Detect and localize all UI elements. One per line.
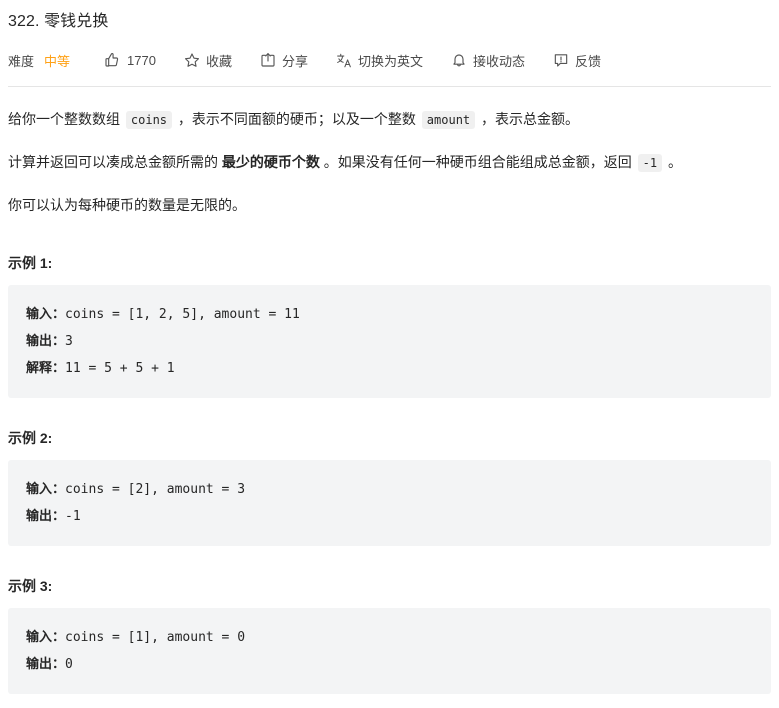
translate-label: 切换为英文 bbox=[357, 53, 423, 69]
example-1-explain-label: 解释： bbox=[26, 360, 66, 375]
notify-button[interactable]: 接收动态 bbox=[451, 51, 525, 70]
thumbs-up-icon bbox=[104, 52, 120, 68]
example-1-input-label: 输入： bbox=[26, 306, 66, 321]
difficulty-value: 中等 bbox=[44, 53, 71, 69]
example-block-3: 示例 3: 输入：coins = [1], amount = 0 输出：0 bbox=[8, 576, 771, 694]
example-3-output-label: 输出： bbox=[26, 656, 66, 671]
inline-code-coins: coins bbox=[125, 111, 173, 129]
example-code-2: 输入：coins = [2], amount = 3 输出：-1 bbox=[8, 460, 771, 546]
description-paragraph-3: 你可以认为每种硬币的数量是无限的。 bbox=[8, 197, 246, 213]
desc-p1-text-b: ，表示不同面额的硬币；以及一个整数 bbox=[174, 111, 420, 127]
share-label: 分享 bbox=[281, 53, 308, 69]
description-paragraph-1: 给你一个整数数组 coins ，表示不同面额的硬币；以及一个整数 amount … bbox=[8, 105, 771, 134]
example-block-2: 示例 2: 输入：coins = [2], amount = 3 输出：-1 bbox=[8, 428, 771, 546]
example-heading-1: 示例 1: bbox=[8, 255, 53, 271]
example-2-input-value: coins = [2], amount = 3 bbox=[65, 482, 246, 497]
share-button[interactable]: 分享 bbox=[260, 51, 308, 70]
inline-code-minus-one: -1 bbox=[637, 154, 663, 172]
desc-p2-text-a: 计算并返回可以凑成总金额所需的 bbox=[8, 154, 222, 170]
difficulty-label: 难度 bbox=[8, 53, 35, 69]
feedback-button[interactable]: 反馈 bbox=[553, 51, 601, 70]
desc-p2-emphasis: 最少的硬币个数 bbox=[221, 154, 320, 170]
example-3-input-value: coins = [1], amount = 0 bbox=[65, 630, 246, 645]
desc-p2-text-c: 。 bbox=[664, 154, 683, 170]
problem-page: 322. 零钱兑换 难度 中等 1770 收藏 分享 切换为英文 接收动态 反馈… bbox=[0, 0, 779, 694]
share-icon bbox=[260, 52, 276, 68]
problem-content: 给你一个整数数组 coins ，表示不同面额的硬币；以及一个整数 amount … bbox=[8, 87, 771, 694]
example-3-input-label: 输入： bbox=[26, 629, 66, 644]
desc-p1-text-c: ，表示总金额。 bbox=[477, 111, 580, 127]
translate-button[interactable]: 切换为英文 bbox=[336, 51, 423, 70]
difficulty-badge: 难度 中等 bbox=[8, 51, 70, 70]
example-3-output-value: 0 bbox=[65, 657, 73, 672]
bell-icon bbox=[451, 52, 467, 68]
like-count: 1770 bbox=[127, 52, 156, 68]
feedback-icon bbox=[553, 52, 569, 68]
example-1-input-value: coins = [1, 2, 5], amount = 11 bbox=[65, 307, 300, 322]
feedback-label: 反馈 bbox=[575, 53, 602, 69]
favorite-button[interactable]: 收藏 bbox=[184, 51, 232, 70]
favorite-label: 收藏 bbox=[205, 53, 232, 69]
example-1-explain-value: 11 = 5 + 5 + 1 bbox=[65, 361, 175, 376]
inline-code-amount: amount bbox=[421, 111, 476, 129]
example-2-output-label: 输出： bbox=[26, 508, 66, 523]
description-paragraph-2: 计算并返回可以凑成总金额所需的 最少的硬币个数 。如果没有任何一种硬币组合能组成… bbox=[8, 148, 771, 177]
notify-label: 接收动态 bbox=[473, 53, 526, 69]
example-2-output-value: -1 bbox=[65, 509, 81, 524]
example-heading-3: 示例 3: bbox=[8, 578, 53, 594]
example-block-1: 示例 1: 输入：coins = [1, 2, 5], amount = 11 … bbox=[8, 253, 771, 398]
example-2-input-label: 输入： bbox=[26, 481, 66, 496]
desc-p1-text-a: 给你一个整数数组 bbox=[8, 111, 124, 127]
star-icon bbox=[184, 52, 200, 68]
example-code-1: 输入：coins = [1, 2, 5], amount = 11 输出：3 解… bbox=[8, 285, 771, 398]
example-heading-2: 示例 2: bbox=[8, 430, 53, 446]
example-1-output-label: 输出： bbox=[26, 333, 66, 348]
like-button[interactable]: 1770 bbox=[104, 52, 156, 68]
problem-title-text: 322. 零钱兑换 bbox=[8, 13, 109, 30]
page-title: 322. 零钱兑换 bbox=[8, 0, 771, 36]
translate-icon bbox=[336, 52, 352, 68]
desc-p2-text-b: 。如果没有任何一种硬币组合能组成总金额，返回 bbox=[319, 154, 636, 170]
example-1-output-value: 3 bbox=[65, 334, 73, 349]
problem-toolbar: 难度 中等 1770 收藏 分享 切换为英文 接收动态 反馈 bbox=[8, 44, 771, 76]
example-code-3: 输入：coins = [1], amount = 0 输出：0 bbox=[8, 608, 771, 694]
